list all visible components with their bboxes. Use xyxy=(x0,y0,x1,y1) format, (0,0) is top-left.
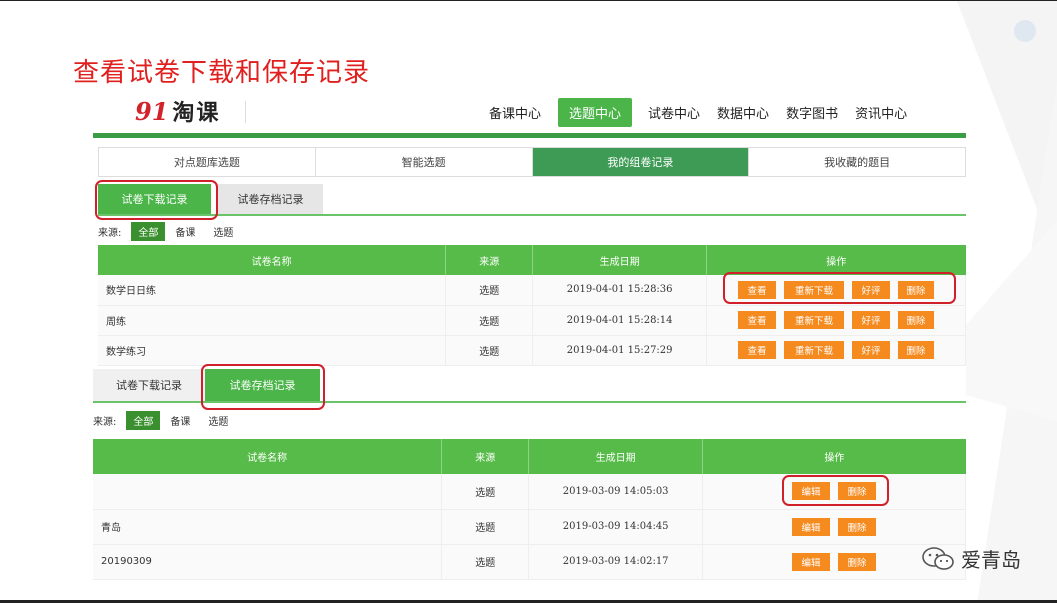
cell-name: 20190309 xyxy=(93,544,443,580)
col-source: 来源 xyxy=(441,439,530,474)
slide: 查看试卷下载和保存记录 91 淘课 备课中心 选题中心 试卷中心 数据中心 数字… xyxy=(0,0,1057,603)
logo-mark: 91 xyxy=(135,96,169,126)
cell-source: 选题 xyxy=(445,275,534,306)
nav-question-center[interactable]: 选题中心 xyxy=(558,98,633,127)
cell-name: 青岛 xyxy=(93,509,443,545)
cell-source: 选题 xyxy=(445,335,534,366)
cell-actions: 查看 重新下载 好评 删除 xyxy=(706,335,966,366)
cell-name xyxy=(93,474,443,510)
col-source: 来源 xyxy=(445,245,534,275)
wechat-watermark: 爱青岛 xyxy=(921,544,1021,573)
filter-all[interactable]: 全部 xyxy=(131,222,166,241)
tab-smart-select[interactable]: 智能选题 xyxy=(315,148,533,176)
filter-label: 来源: xyxy=(93,417,117,428)
table-row: 数学练习 选题 2019-04-01 15:27:29 查看 重新下载 好评 删除 xyxy=(98,335,966,366)
nav-data-center[interactable]: 数据中心 xyxy=(709,98,777,127)
main-tabs: 对点题库选题 智能选题 我的组卷记录 我收藏的题目 xyxy=(98,147,966,177)
redownload-button[interactable]: 重新下载 xyxy=(784,311,845,329)
slide-title: 查看试卷下载和保存记录 xyxy=(73,58,371,88)
app-screenshot: 91 淘课 备课中心 选题中心 试卷中心 数据中心 数字图书 资讯中心 对点题库… xyxy=(93,89,966,584)
filter-select[interactable]: 选题 xyxy=(208,413,228,428)
delete-button[interactable]: 删除 xyxy=(838,552,877,571)
edit-button[interactable]: 编辑 xyxy=(792,552,831,571)
logo[interactable]: 91 淘课 xyxy=(135,95,220,127)
cell-date: 2019-04-01 15:27:29 xyxy=(532,335,708,366)
nav-paper-center[interactable]: 试卷中心 xyxy=(640,98,708,127)
highlight-archive-tab xyxy=(201,364,325,410)
col-date: 生成日期 xyxy=(528,439,704,474)
cell-date: 2019-03-09 14:02:17 xyxy=(528,544,704,580)
col-paper-name: 试卷名称 xyxy=(98,245,447,275)
view-button[interactable]: 查看 xyxy=(738,341,777,359)
cell-source: 选题 xyxy=(441,544,530,580)
cell-actions: 编辑 删除 xyxy=(702,509,966,545)
nav-digital-books[interactable]: 数字图书 xyxy=(778,98,846,127)
wechat-icon xyxy=(922,546,954,570)
highlight-edit-actions xyxy=(782,475,889,506)
archive-records-table: 试卷名称 来源 生成日期 操作 选题 2019-03-09 14:05:03 编… xyxy=(93,439,966,580)
watermark-text: 爱青岛 xyxy=(961,548,1021,572)
view-button[interactable]: 查看 xyxy=(738,311,777,329)
filter-all[interactable]: 全部 xyxy=(126,411,161,430)
col-actions: 操作 xyxy=(706,245,966,275)
col-date: 生成日期 xyxy=(532,245,708,275)
table-header: 试卷名称 来源 生成日期 操作 xyxy=(93,439,966,474)
col-paper-name: 试卷名称 xyxy=(93,439,443,474)
logo-divider xyxy=(245,101,246,123)
filter-prep[interactable]: 备课 xyxy=(170,413,190,428)
redownload-button[interactable]: 重新下载 xyxy=(784,341,845,359)
cell-date: 2019-04-01 15:28:14 xyxy=(532,305,708,336)
download-records-table: 试卷名称 来源 生成日期 操作 数学日日练 选题 2019-04-01 15:2… xyxy=(98,245,966,366)
rate-button[interactable]: 好评 xyxy=(852,341,891,359)
table-row: 青岛 选题 2019-03-09 14:04:45 编辑 删除 xyxy=(93,509,966,545)
site-header: 91 淘课 备课中心 选题中心 试卷中心 数据中心 数字图书 资讯中心 xyxy=(93,89,966,133)
filter-label: 来源: xyxy=(98,228,122,239)
table-row: 20190309 选题 2019-03-09 14:02:17 编辑 删除 xyxy=(93,544,966,580)
cell-name: 周练 xyxy=(98,305,447,336)
section2-filter: 来源: 全部 备课 选题 xyxy=(93,411,246,430)
cell-date: 2019-04-01 15:28:36 xyxy=(532,275,708,306)
tab-archive-records[interactable]: 试卷存档记录 xyxy=(218,184,323,214)
nav-news-center[interactable]: 资讯中心 xyxy=(847,98,915,127)
col-actions: 操作 xyxy=(702,439,966,474)
cell-name: 数学练习 xyxy=(98,335,447,366)
highlight-download-tab xyxy=(95,180,218,220)
section1-underline xyxy=(98,214,966,216)
tab-point-bank[interactable]: 对点题库选题 xyxy=(99,148,316,176)
delete-button[interactable]: 删除 xyxy=(898,311,935,329)
nav-prep-center[interactable]: 备课中心 xyxy=(481,98,549,127)
cell-date: 2019-03-09 14:05:03 xyxy=(528,474,704,510)
logo-text: 淘课 xyxy=(172,101,221,126)
filter-prep[interactable]: 备课 xyxy=(175,224,195,239)
edit-button[interactable]: 编辑 xyxy=(792,517,831,536)
cell-source: 选题 xyxy=(441,509,530,545)
tab-download-records-2[interactable]: 试卷下载记录 xyxy=(93,369,205,401)
cell-name: 数学日日练 xyxy=(98,275,447,306)
table-header: 试卷名称 来源 生成日期 操作 xyxy=(98,245,966,275)
section1-filter: 来源: 全部 备课 选题 xyxy=(98,222,251,241)
main-nav: 备课中心 选题中心 试卷中心 数据中心 数字图书 资讯中心 xyxy=(481,98,916,127)
delete-button[interactable]: 删除 xyxy=(898,341,935,359)
rate-button[interactable]: 好评 xyxy=(852,311,891,329)
highlight-actions xyxy=(723,272,956,304)
tab-my-papers[interactable]: 我的组卷记录 xyxy=(532,148,750,176)
cell-date: 2019-03-09 14:04:45 xyxy=(528,509,704,545)
header-divider xyxy=(93,133,966,138)
table-row: 周练 选题 2019-04-01 15:28:14 查看 重新下载 好评 删除 xyxy=(98,305,966,336)
cell-source: 选题 xyxy=(441,474,530,510)
tab-favorites[interactable]: 我收藏的题目 xyxy=(749,148,965,176)
filter-select[interactable]: 选题 xyxy=(213,224,233,239)
cell-source: 选题 xyxy=(445,305,534,336)
delete-button[interactable]: 删除 xyxy=(838,517,877,536)
cell-actions: 查看 重新下载 好评 删除 xyxy=(706,305,966,336)
